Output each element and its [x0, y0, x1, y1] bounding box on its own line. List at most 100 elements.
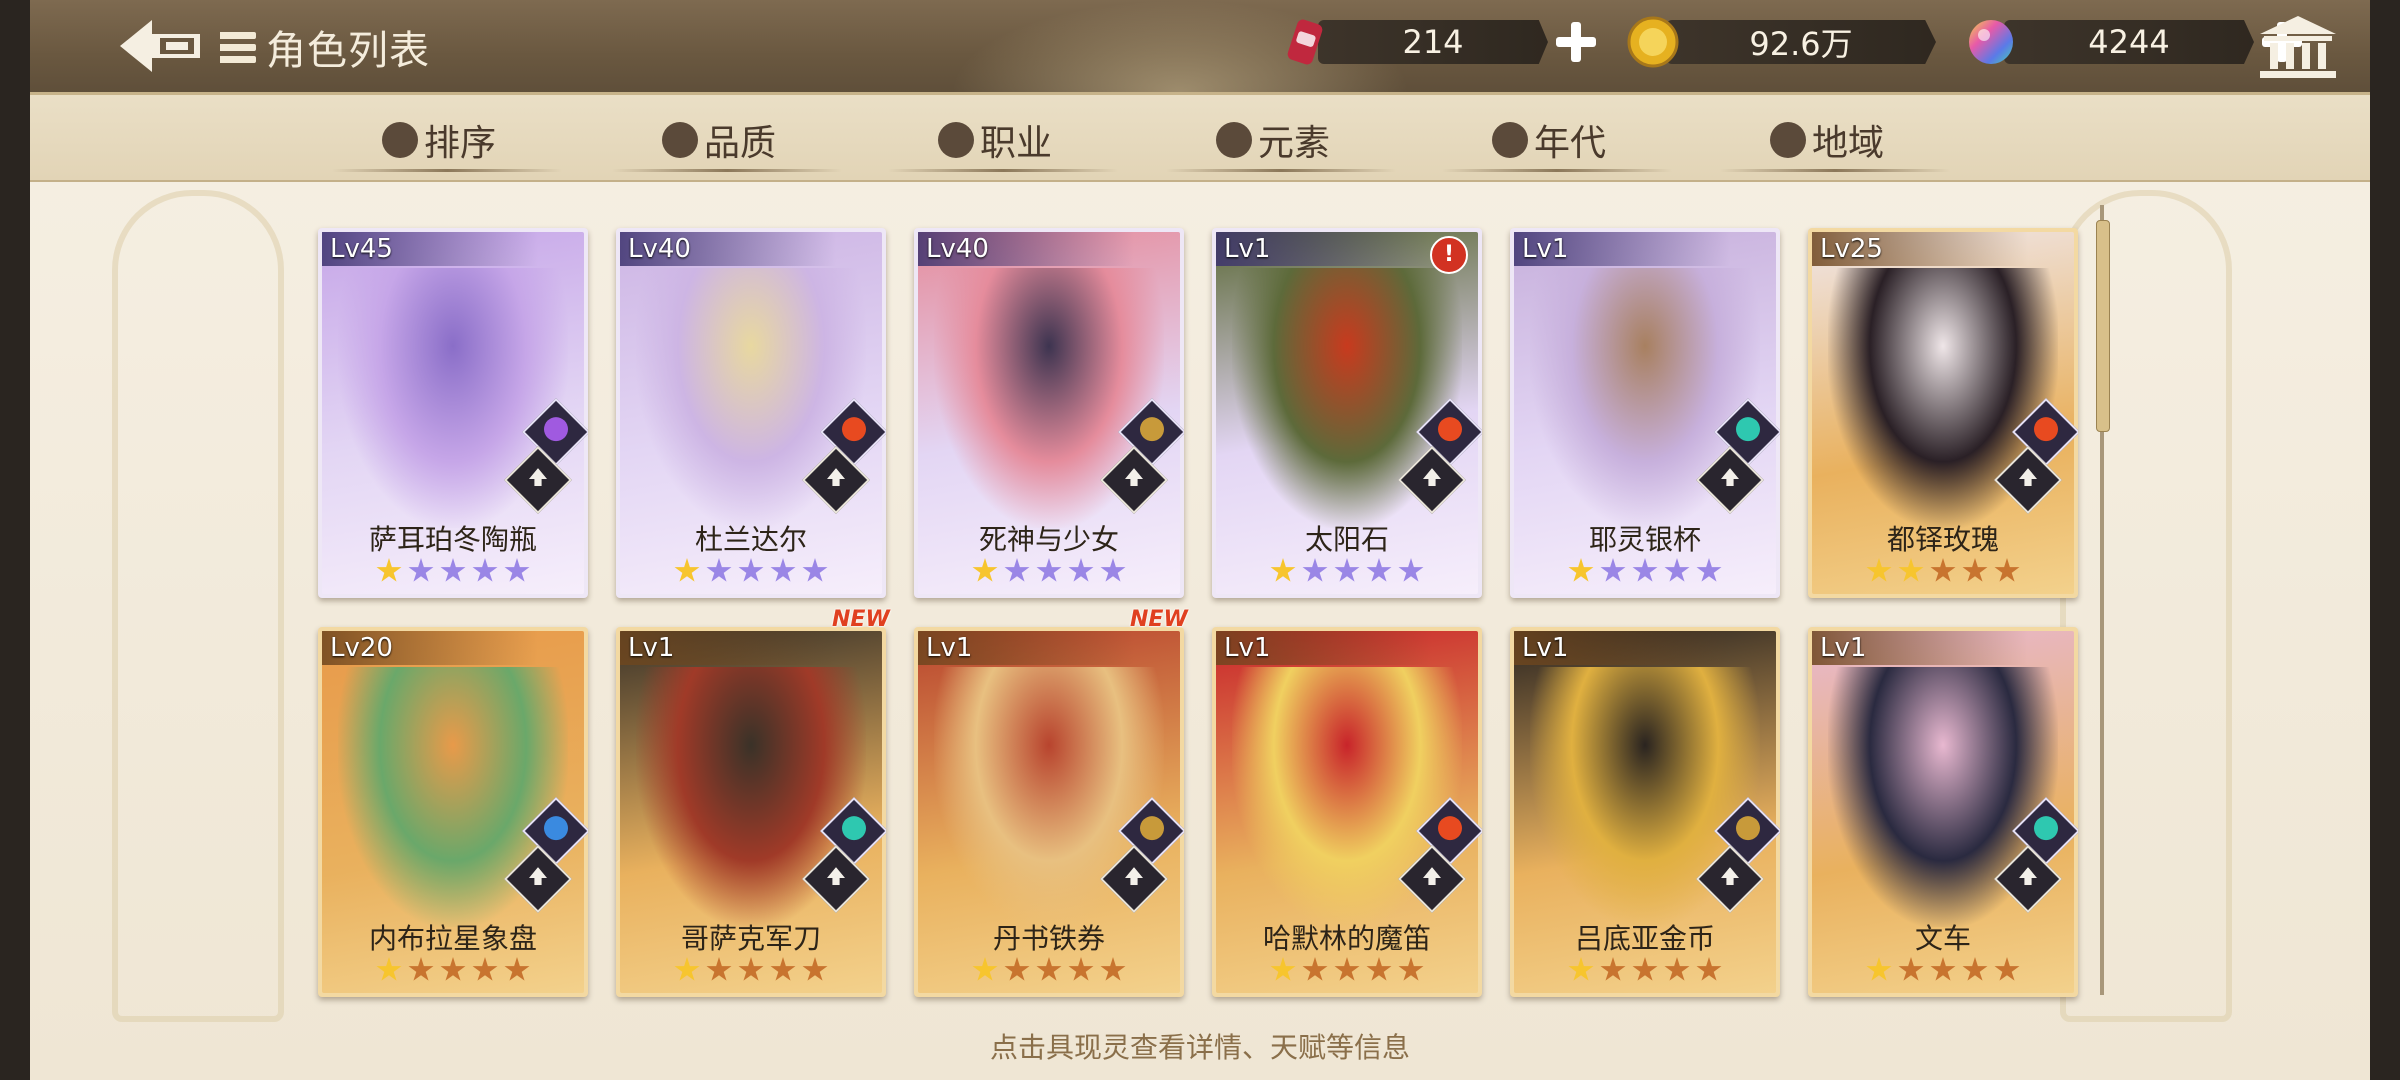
star-empty-icon	[408, 957, 434, 981]
star-empty-icon	[706, 558, 732, 582]
currency-energy: 214	[1278, 18, 1596, 66]
star-filled-icon	[1898, 558, 1924, 582]
star-rating	[322, 558, 584, 584]
character-card[interactable]: Lv20 内布拉星象盘	[318, 627, 588, 997]
page-title: 角色列表	[266, 28, 430, 74]
right-border	[2370, 0, 2400, 1080]
star-filled-icon	[972, 957, 998, 981]
star-empty-icon	[1696, 957, 1722, 981]
character-card[interactable]: Lv1 太阳石!	[1212, 228, 1482, 598]
bank-icon[interactable]	[2258, 14, 2338, 80]
tab-underline	[1720, 169, 1950, 172]
list-icon	[220, 30, 256, 64]
star-empty-icon	[1366, 957, 1392, 981]
tab-era-label: 年代	[1534, 123, 1607, 164]
character-card[interactable]: Lv1 吕底亚金币	[1510, 627, 1780, 997]
tab-underline	[612, 169, 842, 172]
star-empty-icon	[1068, 957, 1094, 981]
tab-quality-label: 品质	[704, 123, 777, 164]
level-label: Lv1	[1216, 631, 1432, 665]
currency-gem: 4244	[1964, 18, 2302, 66]
tab-era[interactable]: 年代	[1442, 117, 1672, 172]
star-empty-icon	[802, 957, 828, 981]
character-card[interactable]: Lv1 耶灵银杯	[1510, 228, 1780, 598]
tab-region[interactable]: 地域	[1720, 117, 1950, 172]
back-button[interactable]	[116, 14, 206, 78]
star-filled-icon	[376, 957, 402, 981]
star-filled-icon	[1866, 558, 1892, 582]
currency-gold: 92.6万	[1626, 16, 1936, 68]
character-card[interactable]: Lv1 丹书铁券	[914, 627, 1184, 997]
star-empty-icon	[504, 957, 530, 981]
tab-underline	[1442, 169, 1672, 172]
back-arrow-icon	[120, 20, 200, 72]
character-card[interactable]: Lv1 哥萨克军刀	[616, 627, 886, 997]
star-empty-icon	[1398, 558, 1424, 582]
level-label: Lv1	[918, 631, 1134, 665]
character-name: 文车	[1914, 922, 1971, 955]
gem-value: 4244	[2004, 20, 2254, 64]
star-empty-icon	[1664, 957, 1690, 981]
tab-element-label: 元素	[1258, 123, 1331, 164]
character-list-screen: 角色列表 214 92.6万 4244 排序 品质 职业 元素 年代 地域 Lv…	[0, 0, 2400, 1080]
star-rating	[620, 558, 882, 584]
decorative-frame-left	[112, 190, 284, 1022]
add-energy-button[interactable]	[1556, 22, 1596, 62]
tab-quality[interactable]: 品质	[612, 117, 842, 172]
star-empty-icon	[1334, 558, 1360, 582]
star-empty-icon	[1100, 558, 1126, 582]
character-card[interactable]: Lv40 杜兰达尔	[616, 228, 886, 598]
level-label: Lv1	[1216, 232, 1432, 266]
star-empty-icon	[1398, 957, 1424, 981]
tab-sort[interactable]: 排序	[332, 117, 562, 172]
energy-value: 214	[1318, 20, 1548, 64]
star-empty-icon	[1600, 957, 1626, 981]
tab-class[interactable]: 职业	[888, 117, 1118, 172]
hint-text: 点击具现灵查看详情、天赋等信息	[989, 1031, 1410, 1064]
scrollbar-thumb[interactable]	[2096, 220, 2110, 432]
star-empty-icon	[1004, 957, 1030, 981]
character-name: 吕底亚金币	[1574, 922, 1715, 955]
star-empty-icon	[1036, 558, 1062, 582]
character-card[interactable]: Lv1 文车	[1808, 627, 2078, 997]
gold-coin-icon	[1627, 16, 1679, 68]
tab-class-label: 职业	[980, 123, 1053, 164]
star-empty-icon	[1302, 558, 1328, 582]
star-empty-icon	[472, 558, 498, 582]
level-label: Lv40	[918, 232, 1134, 266]
element-icon	[1216, 122, 1252, 158]
character-name: 都铎玫瑰	[1886, 523, 1999, 556]
star-rating	[1216, 558, 1478, 584]
character-card[interactable]: Lv40 死神与少女	[914, 228, 1184, 598]
star-empty-icon	[1930, 957, 1956, 981]
star-empty-icon	[738, 957, 764, 981]
decorative-frame-right	[2060, 190, 2232, 1022]
character-name: 杜兰达尔	[694, 523, 807, 556]
star-empty-icon	[1004, 558, 1030, 582]
level-label: Lv1	[620, 631, 836, 665]
star-rating	[918, 558, 1180, 584]
star-filled-icon	[674, 558, 700, 582]
star-rating	[1812, 558, 2074, 584]
character-name: 太阳石	[1304, 523, 1389, 556]
character-card[interactable]: Lv45 萨耳珀冬陶瓶	[318, 228, 588, 598]
character-name: 丹书铁券	[992, 922, 1105, 955]
class-icon	[938, 122, 974, 158]
star-rating	[1514, 558, 1776, 584]
character-card[interactable]: Lv1 哈默林的魔笛	[1212, 627, 1482, 997]
star-empty-icon	[1962, 558, 1988, 582]
star-empty-icon	[1632, 957, 1658, 981]
new-badge: NEW	[1130, 607, 1188, 632]
star-rating	[620, 957, 882, 983]
star-empty-icon	[770, 558, 796, 582]
tab-element[interactable]: 元素	[1166, 117, 1396, 172]
character-name: 耶灵银杯	[1588, 523, 1701, 556]
star-empty-icon	[440, 558, 466, 582]
level-label: Lv45	[322, 232, 538, 266]
tab-underline	[888, 169, 1118, 172]
star-rating	[1812, 957, 2074, 983]
star-rating	[322, 957, 584, 983]
star-empty-icon	[1930, 558, 1956, 582]
character-card[interactable]: Lv25 都铎玫瑰	[1808, 228, 2078, 598]
rainbow-gem-icon	[1969, 20, 2013, 64]
